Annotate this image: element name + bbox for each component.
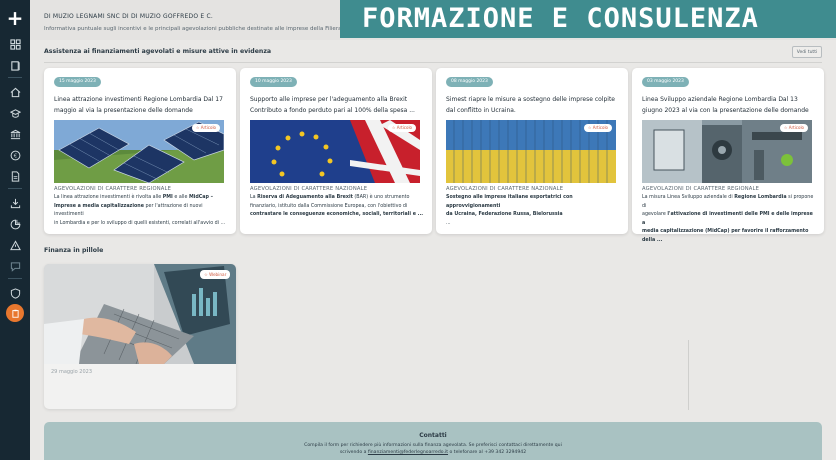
- card-category: AGEVOLAZIONI DI CARATTERE NAZIONALE: [446, 186, 564, 192]
- article-card[interactable]: 15 maggio 2023 Linea attrazione investim…: [44, 68, 236, 234]
- card-title[interactable]: Supporto alle imprese per l'adeguamento …: [250, 94, 422, 116]
- download-icon[interactable]: [7, 196, 23, 210]
- article-tag: ☆ Articolo: [387, 124, 416, 132]
- plus-icon[interactable]: +: [7, 8, 24, 28]
- card-description: La misura Linea Sviluppo aziendale di Re…: [642, 195, 814, 243]
- article-tag: ☆ Articolo: [779, 124, 808, 132]
- card-title[interactable]: Linea Sviluppo aziendale Regione Lombard…: [642, 94, 814, 116]
- contact-section: Contatti Compila il form per richiedere …: [44, 422, 822, 460]
- email-link[interactable]: finanziamenti@federlegnoarredo.it: [368, 450, 448, 455]
- scroll-divider: [688, 340, 689, 410]
- card-description: La linea attrazione investimenti è rivol…: [54, 195, 226, 226]
- chart-icon[interactable]: [7, 217, 23, 231]
- clipboard-icon[interactable]: [6, 304, 24, 322]
- chat-icon[interactable]: [7, 259, 23, 273]
- title-banner: FORMAZIONE E CONSULENZA: [340, 0, 836, 38]
- date-badge: 08 maggio 2023: [446, 77, 493, 87]
- article-card[interactable]: 08 maggio 2023 Simest riapre le misure a…: [436, 68, 628, 234]
- document-icon[interactable]: [7, 169, 23, 183]
- main-content: DI MUZIO LEGNAMI SNC DI DI MUZIO GOFFRED…: [30, 0, 836, 460]
- card-description: La Riserva di Adeguamento alla Brexit (B…: [250, 195, 424, 217]
- book-icon[interactable]: [7, 58, 23, 72]
- grid-icon[interactable]: [7, 37, 23, 51]
- sidebar-divider: [8, 188, 22, 189]
- svg-text:€: €: [13, 153, 17, 159]
- section-title-featured: Assistenza ai finanziamenti agevolati e …: [44, 48, 272, 55]
- date-badge: 03 maggio 2023: [642, 77, 689, 87]
- article-tag: ☆ Articolo: [583, 124, 612, 132]
- card-description: Sostegno alle imprese italiane esportatr…: [446, 195, 573, 226]
- article-card[interactable]: 03 maggio 2023 Linea Sviluppo aziendale …: [632, 68, 824, 243]
- view-all-button[interactable]: Vedi tutti: [792, 46, 822, 58]
- date-badge: 15 maggio 2023: [54, 77, 101, 87]
- section-title-pills: Finanza in pillole: [44, 247, 104, 254]
- card-image-eu-uk-flags[interactable]: ☆ Articolo: [250, 120, 420, 183]
- date-badge: 10 maggio 2023: [250, 77, 297, 87]
- bank-icon[interactable]: [7, 127, 23, 141]
- home-icon[interactable]: [7, 85, 23, 99]
- card-category: AGEVOLAZIONI DI CARATTERE REGIONALE: [642, 186, 760, 192]
- graduation-icon[interactable]: [7, 106, 23, 120]
- contact-text: Compila il form per richiedere più infor…: [304, 443, 562, 448]
- webinar-date: 29 maggio 2023: [51, 369, 92, 375]
- warning-icon[interactable]: [7, 238, 23, 252]
- divider: [44, 62, 822, 63]
- card-image-ukraine-fence[interactable]: ☆ Articolo: [446, 120, 616, 183]
- euro-icon[interactable]: €: [7, 148, 23, 162]
- webinar-card[interactable]: ☆ Webinar 29 maggio 2023: [44, 264, 236, 409]
- contact-title: Contatti: [419, 432, 447, 439]
- breadcrumb[interactable]: DI MUZIO LEGNAMI SNC DI DI MUZIO GOFFRED…: [44, 13, 213, 20]
- card-category: AGEVOLAZIONI DI CARATTERE NAZIONALE: [250, 186, 368, 192]
- card-image-factory-machinery[interactable]: ☆ Articolo: [642, 120, 812, 183]
- card-title[interactable]: Simest riapre le misure a sostegno delle…: [446, 94, 618, 116]
- article-tag: ☆ Articolo: [191, 124, 220, 132]
- sidebar: + €: [0, 0, 30, 460]
- article-card[interactable]: 10 maggio 2023 Supporto alle imprese per…: [240, 68, 432, 234]
- contact-text-line2: scrivendo a finanziamenti@federlegnoarre…: [339, 450, 527, 455]
- card-image-laptop-typing[interactable]: ☆ Webinar: [44, 264, 236, 364]
- sidebar-divider: [8, 278, 22, 279]
- card-title[interactable]: Linea attrazione investimenti Regione Lo…: [54, 94, 226, 116]
- shield-icon[interactable]: [7, 286, 23, 300]
- sidebar-divider: [8, 77, 22, 78]
- card-category: AGEVOLAZIONI DI CARATTERE REGIONALE: [54, 186, 172, 192]
- webinar-tag: ☆ Webinar: [200, 270, 231, 279]
- card-image-solar-panels[interactable]: ☆ Articolo: [54, 120, 224, 183]
